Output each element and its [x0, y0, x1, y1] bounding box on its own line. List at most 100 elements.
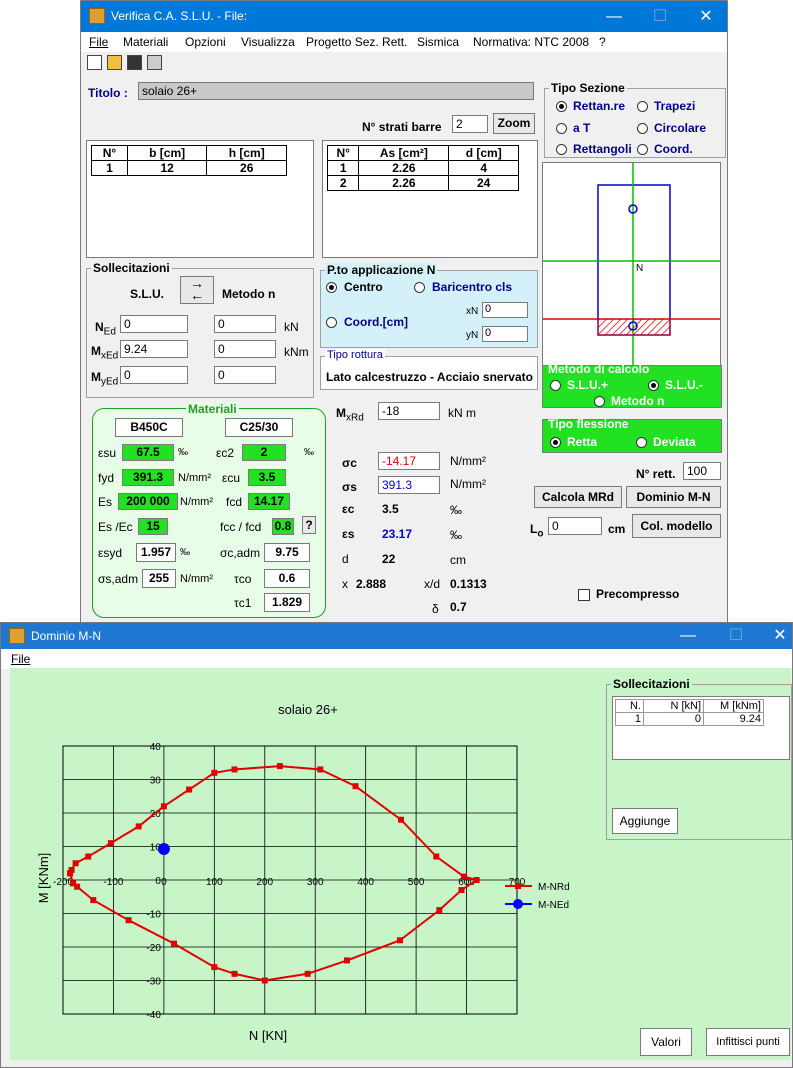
radio-circolare[interactable] — [637, 123, 648, 134]
minimize-button[interactable]: — — [591, 1, 637, 32]
menu-progetto[interactable]: Progetto Sez. Rett. — [306, 35, 407, 49]
ned-n-input[interactable]: 0 — [214, 315, 276, 333]
open-folder-icon[interactable] — [107, 55, 122, 70]
mxed-input[interactable]: 9.24 — [120, 340, 188, 358]
menu-normativa[interactable]: Normativa: NTC 2008 — [473, 35, 589, 49]
new-file-icon[interactable] — [87, 55, 102, 70]
legend-label-m-ned: M-NEd — [538, 900, 569, 911]
mxed-unit: kNm — [284, 345, 309, 359]
esec-value: 15 — [138, 518, 168, 535]
radio-baricentro[interactable] — [414, 282, 425, 293]
lo-input[interactable]: 0 — [548, 517, 602, 535]
close-button[interactable]: ✕ — [683, 1, 729, 32]
geom-cell[interactable]: 12 — [126, 160, 208, 176]
dominio-maximize-button[interactable]: ☐ — [713, 623, 759, 649]
dominio-minimize-button[interactable]: — — [665, 623, 711, 649]
dominio-cell[interactable]: 9.24 — [703, 712, 764, 726]
radio-metodo-n[interactable] — [594, 396, 605, 407]
yn-input[interactable]: 0 — [482, 326, 528, 342]
chart-grid: -200 -100 0 100 200 300 400 500 600 700-40-30-20-… — [53, 742, 526, 1021]
sc-label: σc — [342, 456, 357, 470]
point-m-nrd — [72, 860, 79, 867]
radio-coord-cm[interactable] — [326, 317, 337, 328]
radio-coord[interactable] — [637, 144, 648, 155]
xd-label: x/d — [424, 577, 441, 591]
point-m-nrd — [67, 870, 74, 877]
col-modello-button[interactable]: Col. modello — [632, 514, 721, 538]
menu-materiali[interactable]: Materiali — [123, 35, 168, 49]
ec-label: εc — [342, 502, 355, 516]
radio-metodo-n-label: Metodo n — [611, 394, 665, 408]
n-rett-label: N° rett. — [636, 467, 676, 481]
n-rett-input[interactable]: 100 — [683, 462, 721, 480]
precompresso-checkbox[interactable] — [578, 589, 590, 601]
lo-unit: cm — [608, 522, 626, 536]
bar-cell[interactable]: 1 — [326, 160, 360, 176]
swap-arrows-button[interactable]: → ← — [180, 276, 214, 304]
ecu-value: 3.5 — [248, 469, 286, 486]
menu-sismica[interactable]: Sismica — [417, 35, 459, 49]
bar-cell[interactable]: 4 — [448, 160, 519, 176]
geom-cell[interactable]: 26 — [206, 160, 287, 176]
dominio-title-bar: Dominio M-N — ☐ ✕ — [1, 623, 792, 649]
bar-cell[interactable]: 2.26 — [358, 175, 450, 191]
geom-header-n: N° — [91, 145, 128, 161]
maximize-button[interactable]: ☐ — [637, 1, 683, 32]
geom-header-h: h [cm] — [206, 145, 287, 161]
bar-cell[interactable]: 2 — [326, 175, 360, 191]
point-m-nrd — [317, 766, 324, 773]
bar-cell[interactable]: 2.26 — [358, 160, 450, 176]
zoom-button[interactable]: Zoom — [493, 113, 535, 134]
y-tick-label: 0 — [155, 876, 161, 887]
es-unit: N/mm² — [180, 496, 213, 508]
print-icon[interactable] — [147, 55, 162, 70]
radio-at[interactable] — [556, 123, 567, 134]
xn-input[interactable]: 0 — [482, 302, 528, 318]
point-m-nrd — [74, 883, 81, 890]
radio-centro[interactable] — [326, 282, 337, 293]
aggiunge-button[interactable]: Aggiunge — [612, 808, 678, 834]
bar-cell[interactable]: 24 — [448, 175, 519, 191]
menu-help[interactable]: ? — [599, 35, 606, 49]
dominio-close-button[interactable]: ✕ — [757, 623, 793, 649]
infittisci-button[interactable]: Infittisci punti — [706, 1028, 790, 1056]
x-value: 2.888 — [356, 577, 387, 591]
x-tick-label: 200 — [256, 877, 273, 888]
radio-rettangoli[interactable] — [556, 144, 567, 155]
sc-unit: N/mm² — [450, 454, 486, 468]
metodo-calcolo-title: Metodo di calcolo — [548, 362, 650, 376]
menu-visualizza[interactable]: Visualizza — [241, 35, 295, 49]
es-res-label: εs — [342, 527, 355, 541]
es-res-value: 23.17 — [382, 527, 413, 541]
ned-input[interactable]: 0 — [120, 315, 188, 333]
menu-file[interactable]: File — [89, 35, 108, 49]
help-question-button[interactable]: ? — [302, 516, 316, 534]
radio-rettanre-label: Rettan.re — [573, 99, 626, 113]
lo-label: Lo — [530, 522, 544, 540]
steel-grade[interactable]: B450C — [115, 418, 183, 437]
radio-trapezi[interactable] — [637, 101, 648, 112]
dominio-menu-file[interactable]: File — [11, 652, 30, 666]
save-icon[interactable] — [127, 55, 142, 70]
ec2-value: 2 — [242, 444, 286, 461]
dominio-mn-button[interactable]: Dominio M-N — [626, 486, 721, 508]
concrete-grade[interactable]: C25/30 — [225, 418, 293, 437]
titolo-input[interactable]: solaio 26+ — [138, 82, 534, 100]
radio-slu-minus[interactable] — [648, 380, 659, 391]
geom-cell[interactable]: 1 — [91, 160, 128, 176]
dominio-cell[interactable]: 0 — [643, 712, 704, 726]
menu-opzioni[interactable]: Opzioni — [185, 35, 226, 49]
calcola-mrd-button[interactable]: Calcola MRd — [534, 486, 622, 508]
radio-rettanre[interactable] — [556, 101, 567, 112]
dominio-cell[interactable]: 1 — [615, 712, 644, 726]
myed-n-input[interactable]: 0 — [214, 366, 276, 384]
radio-deviata[interactable] — [636, 437, 647, 448]
valori-button[interactable]: Valori — [640, 1028, 692, 1056]
strati-input[interactable]: 2 — [452, 115, 488, 133]
radio-slu-plus[interactable] — [550, 380, 561, 391]
radio-rettangoli-label: Rettangoli — [573, 142, 632, 156]
y-tick-label: -10 — [146, 910, 161, 921]
myed-input[interactable]: 0 — [120, 366, 188, 384]
radio-retta[interactable] — [550, 437, 561, 448]
mxed-n-input[interactable]: 0 — [214, 340, 276, 358]
